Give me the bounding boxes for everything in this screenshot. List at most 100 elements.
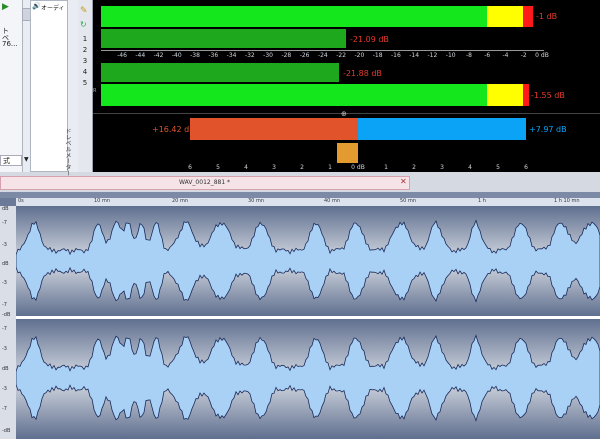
scale-tick-label: -10 [445, 52, 456, 59]
close-icon[interactable]: ✕ [400, 177, 407, 186]
tree-view[interactable]: ▶ ト ベ 76... [0, 0, 23, 172]
peak-right-label: -1.55 dB [531, 91, 565, 100]
ruler-label: 1 h [478, 198, 486, 204]
format-select[interactable]: 式 [0, 155, 22, 166]
scale-tick-label: -16 [391, 52, 401, 59]
balance-tick-label: 5 [216, 164, 220, 171]
y-axis-label: dB [2, 206, 9, 212]
balance-tick-label: 2 [412, 164, 416, 171]
y-axis-label: dB [2, 261, 9, 267]
balance-tick-label: 6 [188, 164, 192, 171]
balance-tick-label: 6 [524, 164, 528, 171]
balance-indicator [337, 143, 358, 163]
scale-tick-label: -34 [226, 52, 237, 59]
meter-bar-peak-right-yellow [487, 84, 523, 106]
scale-tick-label: -2 [520, 52, 527, 59]
scale-tick-label: -24 [317, 52, 328, 59]
rms-right-label: -21.88 dB [343, 69, 382, 78]
waveform-tab[interactable]: WAV_0012_881 * ✕ [0, 176, 410, 190]
balance-left-label: +16.42 dB [152, 125, 195, 134]
meter-row-5[interactable]: 5 [79, 78, 91, 88]
tree-item[interactable]: 76... [2, 40, 18, 48]
wrench-icon[interactable]: ✎ [80, 6, 88, 16]
y-axis-label: -7 [2, 406, 7, 412]
y-axis-label: -3 [2, 242, 7, 248]
meter-bar-peak-left-red [523, 6, 533, 27]
y-axis-label: -3 [2, 386, 7, 392]
meter-bar-rms-right [101, 63, 339, 82]
scale-tick-label: -28 [281, 52, 292, 59]
scale-tick-label: -30 [263, 52, 273, 59]
scale-tick-label: -12 [427, 52, 438, 59]
time-ruler[interactable]: 0s 10 mn 20 mn 30 mn 40 mn 50 mn 1 h 1 h 10 mn [16, 198, 600, 206]
balance-tick-label: 3 [440, 164, 444, 171]
y-axis-label: -dB [2, 428, 11, 434]
scale-tick-label: -38 [190, 52, 200, 59]
meter-row-4[interactable]: 4 [79, 67, 91, 77]
ruler-label: 30 mn [248, 198, 264, 204]
meter-row-3[interactable]: 3 [79, 56, 91, 66]
chevron-down-icon[interactable]: ▼ [24, 156, 29, 163]
y-axis-label: -dB [2, 312, 11, 318]
y-axis-label: -7 [2, 326, 7, 332]
scale-tick-label: -36 [208, 52, 219, 59]
peak-left-label: -1 dB [536, 12, 558, 21]
balance-tick-label: 0 dB [351, 164, 365, 171]
ruler-label: 20 mn [172, 198, 188, 204]
ruler-label: 50 mn [400, 198, 416, 204]
scale-tick-label: -46 [117, 52, 127, 59]
scale-tick-label: -40 [171, 52, 182, 59]
scale-tick-label: -14 [409, 52, 420, 59]
audio-file-icon: 🔊 [32, 2, 41, 10]
scale-axis [101, 50, 544, 51]
channel-separator [16, 316, 600, 319]
scale-tick-label: -18 [372, 52, 383, 59]
balance-tick-label: 1 [328, 164, 332, 171]
channel-letter: R [93, 88, 97, 94]
meter-bar-peak-left-yellow [487, 6, 523, 27]
waveform-title: WAV_0012_881 * [179, 179, 231, 186]
balance-tick-label: 5 [496, 164, 500, 171]
format-select-label: 式 [3, 157, 10, 165]
meter-bar-peak-left-green [101, 6, 487, 27]
ruler-label: 0s [18, 198, 24, 204]
scale-tick-label: -8 [465, 52, 472, 59]
meter-row-1[interactable]: 1 [79, 34, 91, 44]
balance-bar-left [190, 118, 358, 140]
ruler-label: 10 mn [94, 198, 110, 204]
balance-tick-label: 1 [384, 164, 388, 171]
meter-bar-peak-right-green [101, 84, 487, 106]
scale-tick-label: 0 dB [535, 52, 549, 59]
balance-bar-right [358, 118, 526, 140]
y-axis-label: -3 [2, 280, 7, 286]
y-axis-label: -7 [2, 220, 7, 226]
scale-tick-label: -22 [336, 52, 347, 59]
ruler-label: 1 h 10 mn [554, 198, 580, 204]
balance-tick-label: 2 [300, 164, 304, 171]
play-icon[interactable]: ▶ [2, 2, 9, 12]
balance-right-label: +7.97 dB [529, 125, 567, 134]
scale-tick-label: -4 [502, 52, 509, 59]
audio-tab-label[interactable]: オーディ [41, 3, 65, 12]
meter-row-2[interactable]: 2 [79, 45, 91, 55]
waveform-display[interactable] [16, 206, 600, 439]
splitter-icon[interactable]: ⊕ [341, 110, 347, 118]
scale-tick-label: -6 [484, 52, 491, 59]
balance-tick-label: 4 [244, 164, 248, 171]
meter-bar-peak-right-red [523, 84, 529, 106]
ruler-label: 40 mn [324, 198, 340, 204]
y-axis-label: dB [2, 366, 9, 372]
scale-tick-label: -32 [244, 52, 255, 59]
meter-bar-rms-left [101, 29, 346, 48]
y-axis-label: -7 [2, 302, 7, 308]
rms-left-label: -21.09 dB [350, 35, 389, 44]
refresh-icon[interactable]: ↻ [80, 20, 87, 29]
balance-tick-label: 3 [272, 164, 276, 171]
balance-tick-label: 4 [468, 164, 472, 171]
scale-tick-label: -20 [354, 52, 365, 59]
scale-tick-label: -44 [135, 52, 146, 59]
amplitude-axis: dB -7 -3 dB -3 -7 -dB -7 -3 dB -3 -7 -dB [0, 206, 16, 439]
scale-tick-label: -42 [153, 52, 164, 59]
y-axis-label: -3 [2, 346, 7, 352]
level-meter-tab[interactable]: ドレベルメーター [63, 128, 72, 176]
